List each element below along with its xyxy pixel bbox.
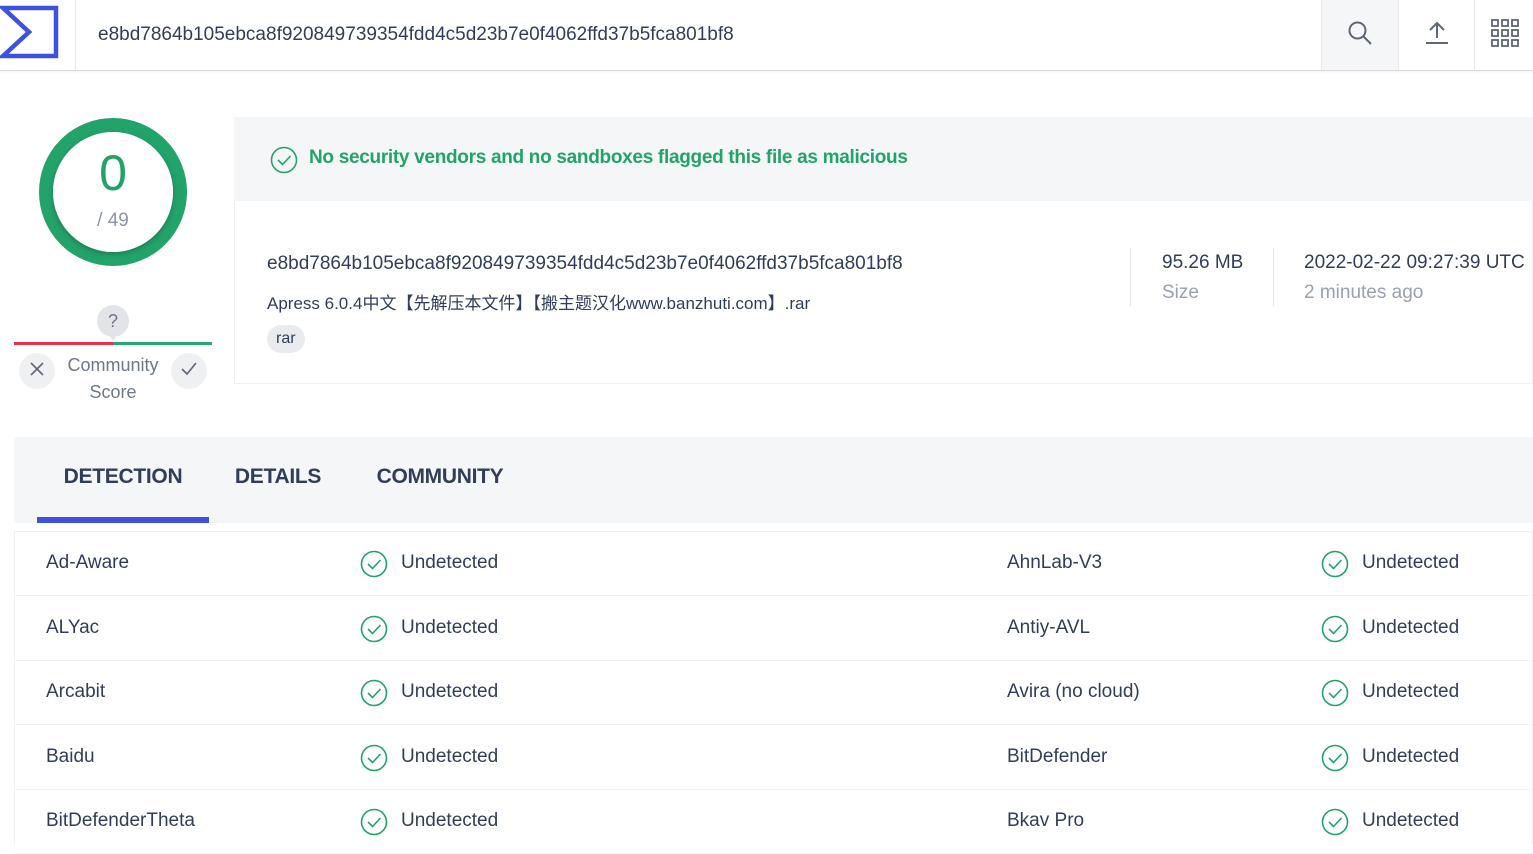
check-circle-icon [360,615,388,648]
detection-status: Undetected [1362,746,1460,767]
table-row: Ad-Aware Undetected AhnLab-V3 Undetected [15,532,1533,596]
detection-status: Undetected [401,552,499,573]
vendor-name: Arcabit [46,681,106,702]
verdict-banner: No security vendors and no sandboxes fla… [234,117,1533,201]
detection-count: 0 [99,145,127,201]
check-circle-icon [1321,615,1349,648]
community-score-positive-bar [113,342,212,345]
community-score-label: Community Score [67,355,159,402]
file-name: Apress 6.0.4中文【先解压本文件】【搬主题汉化www.banzhuti… [267,294,811,313]
virustotal-logo-icon[interactable] [0,0,76,70]
vendor-name: Avira (no cloud) [1007,681,1140,702]
verdict-message: No security vendors and no sandboxes fla… [309,147,908,168]
file-size-label: Size [1162,282,1199,303]
check-circle-icon [360,744,388,777]
check-circle-icon [1321,808,1349,841]
top-bar [0,0,1533,71]
detection-status: Undetected [1362,617,1460,638]
vendor-name: AhnLab-V3 [1007,552,1103,573]
check-icon [181,361,197,381]
vendor-name: Bkav Pro [1007,810,1085,831]
search-icon [1347,20,1373,51]
detection-status: Undetected [401,746,499,767]
upload-button[interactable] [1398,0,1475,70]
detection-status: Undetected [1362,681,1460,702]
engine-total: / 49 [97,210,129,231]
file-type-tag[interactable]: rar [267,325,305,353]
apps-grid-icon [1490,18,1520,53]
detection-results-table: Ad-Aware Undetected AhnLab-V3 Undetected ALY… [14,531,1533,854]
check-circle-icon [270,146,298,179]
apps-menu-button[interactable] [1474,0,1533,70]
search-input[interactable] [76,0,1320,70]
detection-status: Undetected [401,810,499,831]
file-hash[interactable]: e8bd7864b105ebca8f920849739354fdd4c5d23b… [267,253,903,275]
vendor-name: Baidu [46,746,95,767]
divider [1130,248,1131,306]
check-circle-icon [1321,550,1349,583]
search-button[interactable] [1321,0,1398,70]
upload-icon [1424,20,1450,51]
close-icon [30,361,44,381]
vendor-name: Ad-Aware [46,552,130,573]
file-info-card: e8bd7864b105ebca8f920849739354fdd4c5d23b… [234,201,1533,384]
file-size: 95.26 MB [1162,252,1244,273]
tab-detection[interactable]: DETECTION [37,437,209,523]
report-tabs: DETECTION DETAILS COMMUNITY [14,437,1533,523]
table-row: Baidu Undetected BitDefender Undetected [15,726,1533,790]
table-row: Arcabit Undetected Avira (no cloud) Undetec… [15,661,1533,725]
table-row: ALYac Undetected Antiy-AVL Undetected [15,597,1533,661]
detection-status: Undetected [401,681,499,702]
detection-status: Undetected [1362,552,1460,573]
check-circle-icon [360,550,388,583]
community-score-negative-bar [14,342,113,345]
community-score-indicator: ? [97,305,129,341]
check-circle-icon [1321,679,1349,712]
detection-status: Undetected [401,617,499,638]
divider [1273,248,1274,306]
tab-community[interactable]: COMMUNITY [359,437,521,523]
vote-harmless-button[interactable] [171,353,207,389]
analysis-relative-time: 2 minutes ago [1304,282,1424,303]
vendor-name: BitDefender [1007,746,1108,767]
analysis-date: 2022-02-22 09:27:39 UTC [1304,252,1525,273]
table-row: BitDefenderTheta Undetected Bkav Pro Undete… [15,790,1533,854]
check-circle-icon [360,679,388,712]
vendor-name: BitDefenderTheta [46,810,195,831]
check-circle-icon [360,808,388,841]
detection-status: Undetected [1362,810,1460,831]
vendor-name: Antiy-AVL [1007,617,1091,638]
vote-malicious-button[interactable] [19,353,55,389]
check-circle-icon [1321,744,1349,777]
vendor-name: ALYac [46,617,100,638]
tab-details[interactable]: DETAILS [219,437,337,523]
